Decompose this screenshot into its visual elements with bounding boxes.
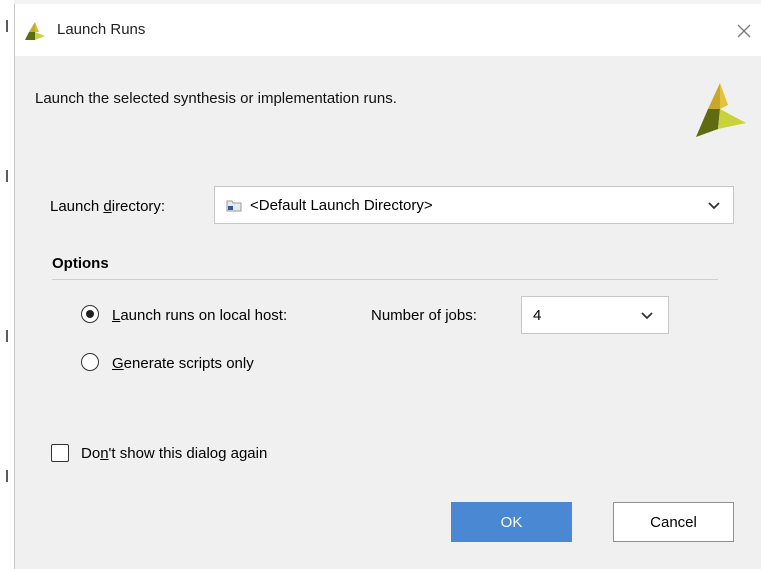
edge-mark <box>6 20 8 32</box>
ok-button[interactable]: OK <box>451 502 572 542</box>
label-text: aunch runs on local host: <box>120 307 288 324</box>
launch-directory-value: <Default Launch Directory> <box>250 197 433 214</box>
launch-runs-dialog: Launch Runs Launch the selected synthesi… <box>14 4 761 569</box>
title-bar: Launch Runs <box>15 4 761 56</box>
label-mnemonic: n <box>100 445 109 462</box>
close-icon <box>737 24 751 38</box>
radio-generate-scripts[interactable] <box>81 353 99 371</box>
label-mnemonic: G <box>112 355 124 372</box>
radio-launch-local[interactable] <box>81 305 99 323</box>
close-button[interactable] <box>727 14 761 48</box>
vivado-logo-icon <box>696 83 746 137</box>
label-text: obs: <box>448 307 477 324</box>
label-mnemonic: d <box>103 198 112 215</box>
folder-icon <box>226 200 242 212</box>
dialog-description: Launch the selected synthesis or impleme… <box>35 90 397 107</box>
vivado-logo-icon <box>25 22 45 40</box>
background-window-edge <box>0 0 14 569</box>
launch-local-label[interactable]: Launch runs on local host: <box>112 307 287 324</box>
edge-mark <box>6 330 8 342</box>
label-text: Launch <box>50 198 104 215</box>
number-of-jobs-dropdown[interactable]: 4 <box>521 296 669 334</box>
label-text: 't show this dialog again <box>108 445 268 462</box>
label-text: enerate scripts only <box>123 355 254 372</box>
options-heading: Options <box>52 255 109 272</box>
radio-selected-dot <box>86 310 94 318</box>
cancel-button[interactable]: Cancel <box>613 502 734 542</box>
edge-mark <box>6 170 8 182</box>
launch-directory-dropdown[interactable]: <Default Launch Directory> <box>214 186 734 224</box>
number-of-jobs-value: 4 <box>533 307 542 324</box>
dont-show-checkbox[interactable] <box>51 444 69 462</box>
launch-directory-label: Launch directory: <box>50 198 165 215</box>
label-text: irectory: <box>111 198 166 215</box>
edge-mark <box>6 470 8 482</box>
number-of-jobs-label: Number of jobs: <box>371 307 477 324</box>
label-text: Number of <box>371 307 446 324</box>
dont-show-label[interactable]: Don't show this dialog again <box>81 445 267 462</box>
chevron-down-icon <box>641 312 653 320</box>
options-separator <box>52 279 718 280</box>
generate-scripts-label[interactable]: Generate scripts only <box>112 355 254 372</box>
chevron-down-icon <box>708 202 720 210</box>
label-text: Do <box>81 445 101 462</box>
window-title: Launch Runs <box>57 21 146 38</box>
